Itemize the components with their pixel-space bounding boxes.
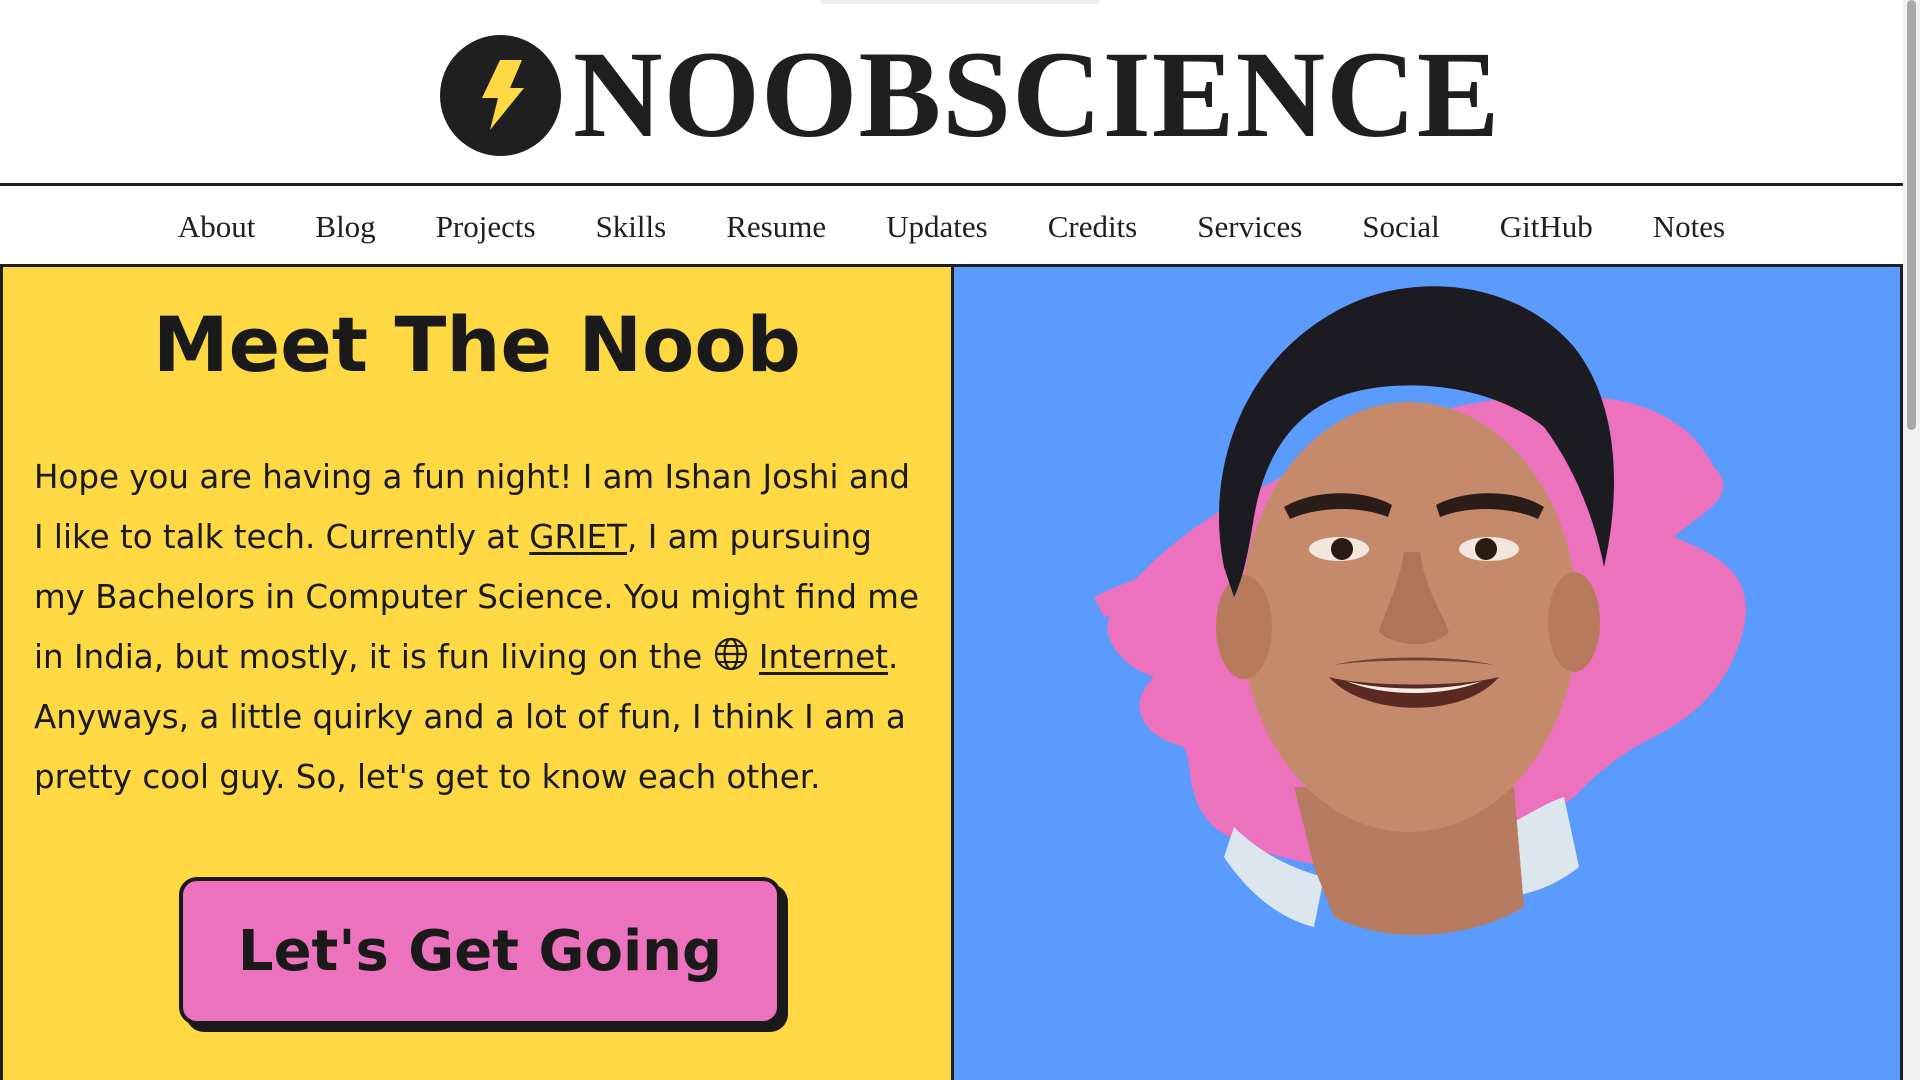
nav-item-credits[interactable]: Credits	[1048, 209, 1138, 245]
griet-link[interactable]: GRIET	[529, 518, 627, 556]
nav-item-blog[interactable]: Blog	[315, 209, 375, 245]
pupil-left	[1331, 538, 1353, 560]
ear-left	[1216, 575, 1272, 679]
nav-item-about[interactable]: About	[178, 209, 256, 245]
lets-get-going-button[interactable]: Let's Get Going	[179, 877, 781, 1025]
site-header: NOOBSCIENCE	[0, 0, 1903, 186]
nav-item-github[interactable]: GitHub	[1500, 209, 1593, 245]
brand-name[interactable]: NOOBSCIENCE	[573, 33, 1500, 157]
nav-item-resume[interactable]: Resume	[726, 209, 826, 245]
nav-item-projects[interactable]: Projects	[436, 209, 536, 245]
site-logo[interactable]	[440, 34, 561, 156]
internet-link[interactable]: Internet	[759, 638, 888, 676]
intro-title: Meet The Noob	[153, 300, 801, 389]
nav-item-social[interactable]: Social	[1362, 209, 1440, 245]
main-nav: About Blog Projects Skills Resume Update…	[0, 189, 1903, 267]
nav-item-notes[interactable]: Notes	[1653, 209, 1725, 245]
intro-paragraph: Hope you are having a fun night! I am Is…	[34, 447, 924, 807]
nav-item-skills[interactable]: Skills	[596, 209, 667, 245]
nav-item-updates[interactable]: Updates	[886, 209, 988, 245]
nav-item-services[interactable]: Services	[1197, 209, 1302, 245]
ear-right	[1548, 572, 1600, 672]
pupil-right	[1475, 538, 1497, 560]
page: NOOBSCIENCE About Blog Projects Skills R…	[0, 0, 1920, 1080]
lightning-bolt-icon	[481, 60, 524, 130]
top-handle	[820, 0, 1100, 4]
globe-icon	[714, 637, 747, 671]
scrollbar-thumb[interactable]	[1907, 0, 1916, 430]
intro-section: Meet The Noob Hope you are having a fun …	[0, 267, 954, 1080]
page-scrollbar[interactable]	[1903, 0, 1920, 1080]
portrait-photo	[1094, 286, 1746, 936]
brand[interactable]: NOOBSCIENCE	[440, 30, 1500, 160]
hero-image-section	[954, 267, 1903, 1080]
